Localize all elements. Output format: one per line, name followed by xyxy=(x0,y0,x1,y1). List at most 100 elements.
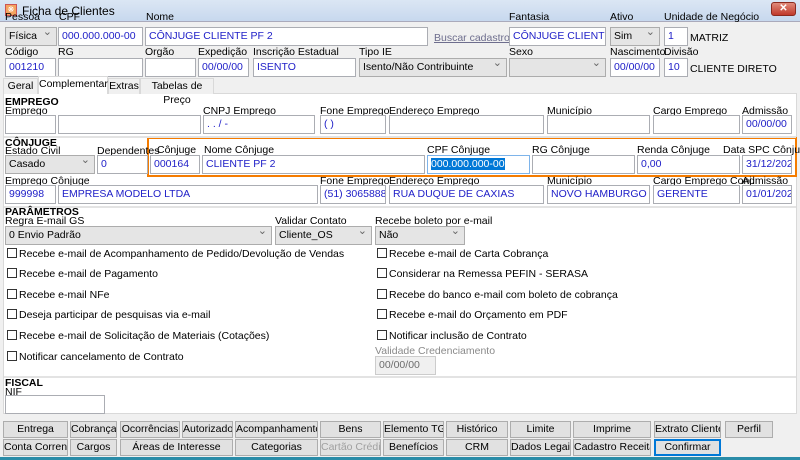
rg-conjuge-input[interactable] xyxy=(532,155,635,174)
button-extrato-clientes[interactable]: Extrato Clientes xyxy=(654,421,721,438)
codigo-input[interactable]: 001210 xyxy=(5,58,56,77)
cnpj-input[interactable]: . . / - xyxy=(203,115,315,134)
checkbox-box[interactable] xyxy=(7,309,17,319)
checkbox-box[interactable] xyxy=(7,330,17,340)
button-categorias[interactable]: Categorias xyxy=(235,439,318,456)
checkbox-left-5[interactable]: Notificar cancelamento de Contrato xyxy=(7,351,184,363)
checkbox-box[interactable] xyxy=(7,289,17,299)
button-imprime[interactable]: Imprime xyxy=(573,421,651,438)
button-elemento-tg[interactable]: Elemento TG xyxy=(383,421,444,438)
nome-conjuge-input[interactable]: CLIENTE PF 2 xyxy=(202,155,425,174)
checkbox-box[interactable] xyxy=(377,268,387,278)
button-ocorr-ncias[interactable]: Ocorrências xyxy=(120,421,180,438)
button-autorizados[interactable]: Autorizados xyxy=(182,421,233,438)
button-cart-o-cr-dito: Cartão Crédito xyxy=(320,439,381,456)
regra-email-select[interactable]: 0 Envio Padrão xyxy=(5,226,272,245)
buscar-cadastro-link[interactable]: Buscar cadastro xyxy=(434,33,510,44)
admissao-conj-input[interactable]: 01/01/2020 xyxy=(742,185,792,204)
checkbox-label: Recebe e-mail de Acompanhamento de Pedid… xyxy=(19,248,345,260)
tab-geral[interactable]: Geral xyxy=(3,78,38,94)
divisao-input[interactable]: 10 xyxy=(664,58,688,77)
close-button[interactable]: ✕ xyxy=(771,2,796,16)
checkbox-right-2[interactable]: Recebe do banco e-mail com boleto de cob… xyxy=(377,289,618,301)
admissao-input[interactable]: 00/00/00 xyxy=(742,115,792,134)
button-cargos[interactable]: Cargos xyxy=(70,439,117,456)
button-bens[interactable]: Bens xyxy=(320,421,381,438)
spc-conjuge-input[interactable]: 31/12/2021 xyxy=(742,155,792,174)
validade-credenciamento-input[interactable]: 00/00/00 xyxy=(375,356,436,375)
endereco-emprego-input[interactable] xyxy=(389,115,544,134)
checkbox-box[interactable] xyxy=(377,330,387,340)
validar-contato-select[interactable]: Cliente_OS xyxy=(275,226,372,245)
tab-complementares[interactable]: Complementares xyxy=(38,76,119,94)
boleto-email-select[interactable]: Não xyxy=(375,226,465,245)
checkbox-label: Considerar na Remessa PEFIN - SERASA xyxy=(389,268,588,280)
tab-tabelas-de-pre-o[interactable]: Tabelas de Preço xyxy=(140,78,214,106)
button-crm[interactable]: CRM xyxy=(446,439,508,456)
cpf-input[interactable]: 000.000.000-00 xyxy=(58,27,143,46)
checkbox-right-4[interactable]: Notificar inclusão de Contrato xyxy=(377,330,527,342)
checkbox-left-3[interactable]: Deseja participar de pesquisas via e-mai… xyxy=(7,309,210,321)
checkbox-box[interactable] xyxy=(7,351,17,361)
fantasia-input[interactable]: CÔNJUGE CLIENTE PF 2 xyxy=(509,27,606,46)
checkbox-left-4[interactable]: Recebe e-mail de Solicitação de Materiai… xyxy=(7,330,269,342)
checkbox-box[interactable] xyxy=(377,289,387,299)
checkbox-label: Recebe e-mail do Orçamento em PDF xyxy=(389,309,568,321)
button-cadastro-receitas[interactable]: Cadastro Receitas xyxy=(573,439,651,456)
unidade-input[interactable]: 1 xyxy=(664,27,688,46)
cargo-emprego-input[interactable] xyxy=(653,115,740,134)
checkbox-left-0[interactable]: Recebe e-mail de Acompanhamento de Pedid… xyxy=(7,248,344,260)
button-perfil[interactable]: Perfil xyxy=(725,421,773,438)
emprego-conj-code-input[interactable]: 999998 xyxy=(5,185,56,204)
ativo-select[interactable]: Sim xyxy=(610,27,660,46)
expedicao-input[interactable]: 00/00/00 xyxy=(198,58,249,77)
inscricao-input[interactable]: ISENTO xyxy=(253,58,356,77)
button-dados-legais[interactable]: Dados Legais xyxy=(510,439,571,456)
tipoie-select[interactable]: Isento/Não Contribuinte xyxy=(359,58,507,77)
divisao-desc: CLIENTE DIRETO xyxy=(690,63,777,75)
sexo-select[interactable] xyxy=(509,58,606,77)
estado-civil-select[interactable]: Casado xyxy=(5,155,95,174)
cpf-conjuge-input[interactable]: 000.000.000-00 xyxy=(427,155,530,174)
orgao-label: Orgão xyxy=(145,46,175,58)
checkbox-right-1[interactable]: Considerar na Remessa PEFIN - SERASA xyxy=(377,268,588,280)
rg-label: RG xyxy=(58,46,74,58)
orgao-input[interactable] xyxy=(145,58,196,77)
checkbox-label: Notificar inclusão de Contrato xyxy=(389,330,527,342)
button--reas-de-interesse[interactable]: Áreas de Interesse xyxy=(120,439,233,456)
checkbox-left-2[interactable]: Recebe e-mail NFe xyxy=(7,289,109,301)
dependentes-input[interactable]: 0 xyxy=(97,155,148,174)
checkbox-right-0[interactable]: Recebe e-mail de Carta Cobrança xyxy=(377,248,548,260)
button-cobran-a[interactable]: Cobrança xyxy=(70,421,117,438)
checkbox-box[interactable] xyxy=(377,309,387,319)
checkbox-right-3[interactable]: Recebe e-mail do Orçamento em PDF xyxy=(377,309,568,321)
checkbox-box[interactable] xyxy=(377,248,387,258)
municipio-input[interactable] xyxy=(547,115,650,134)
fone-emprego-conj-input[interactable]: (51) 30658888 xyxy=(320,185,386,204)
button-limite[interactable]: Limite xyxy=(510,421,571,438)
checkbox-box[interactable] xyxy=(7,268,17,278)
button-entrega[interactable]: Entrega xyxy=(3,421,68,438)
municipio-conj-input[interactable]: NOVO HAMBURGO xyxy=(547,185,650,204)
button-benef-cios[interactable]: Benefícios xyxy=(383,439,444,456)
nif-input[interactable] xyxy=(5,395,105,414)
nascimento-input[interactable]: 00/00/00 xyxy=(610,58,660,77)
button-acompanhamento[interactable]: Acompanhamento xyxy=(235,421,318,438)
rg-input[interactable] xyxy=(58,58,143,77)
emprego-name-input[interactable] xyxy=(58,115,201,134)
checkbox-left-1[interactable]: Recebe e-mail de Pagamento xyxy=(7,268,158,280)
fone-emprego-input[interactable]: ( ) xyxy=(320,115,386,134)
endereco-emprego-conj-input[interactable]: RUA DUQUE DE CAXIAS xyxy=(389,185,544,204)
emprego-conj-name-input[interactable]: EMPRESA MODELO LTDA xyxy=(58,185,318,204)
renda-conjuge-input[interactable]: 0,00 xyxy=(637,155,740,174)
conjuge-code-input[interactable]: 000164 xyxy=(150,155,200,174)
button-hist-rico[interactable]: Histórico xyxy=(446,421,508,438)
nome-input[interactable]: CÔNJUGE CLIENTE PF 2 xyxy=(145,27,428,46)
emprego-code-input[interactable] xyxy=(5,115,56,134)
cargo-emprego-conj-input[interactable]: GERENTE xyxy=(653,185,740,204)
pessoa-select[interactable]: Física xyxy=(5,27,57,46)
button-confirmar[interactable]: Confirmar xyxy=(654,439,721,456)
tab-extras[interactable]: Extras xyxy=(108,78,140,94)
button-conta-corrente[interactable]: Conta Corrente xyxy=(3,439,68,456)
checkbox-box[interactable] xyxy=(7,248,17,258)
